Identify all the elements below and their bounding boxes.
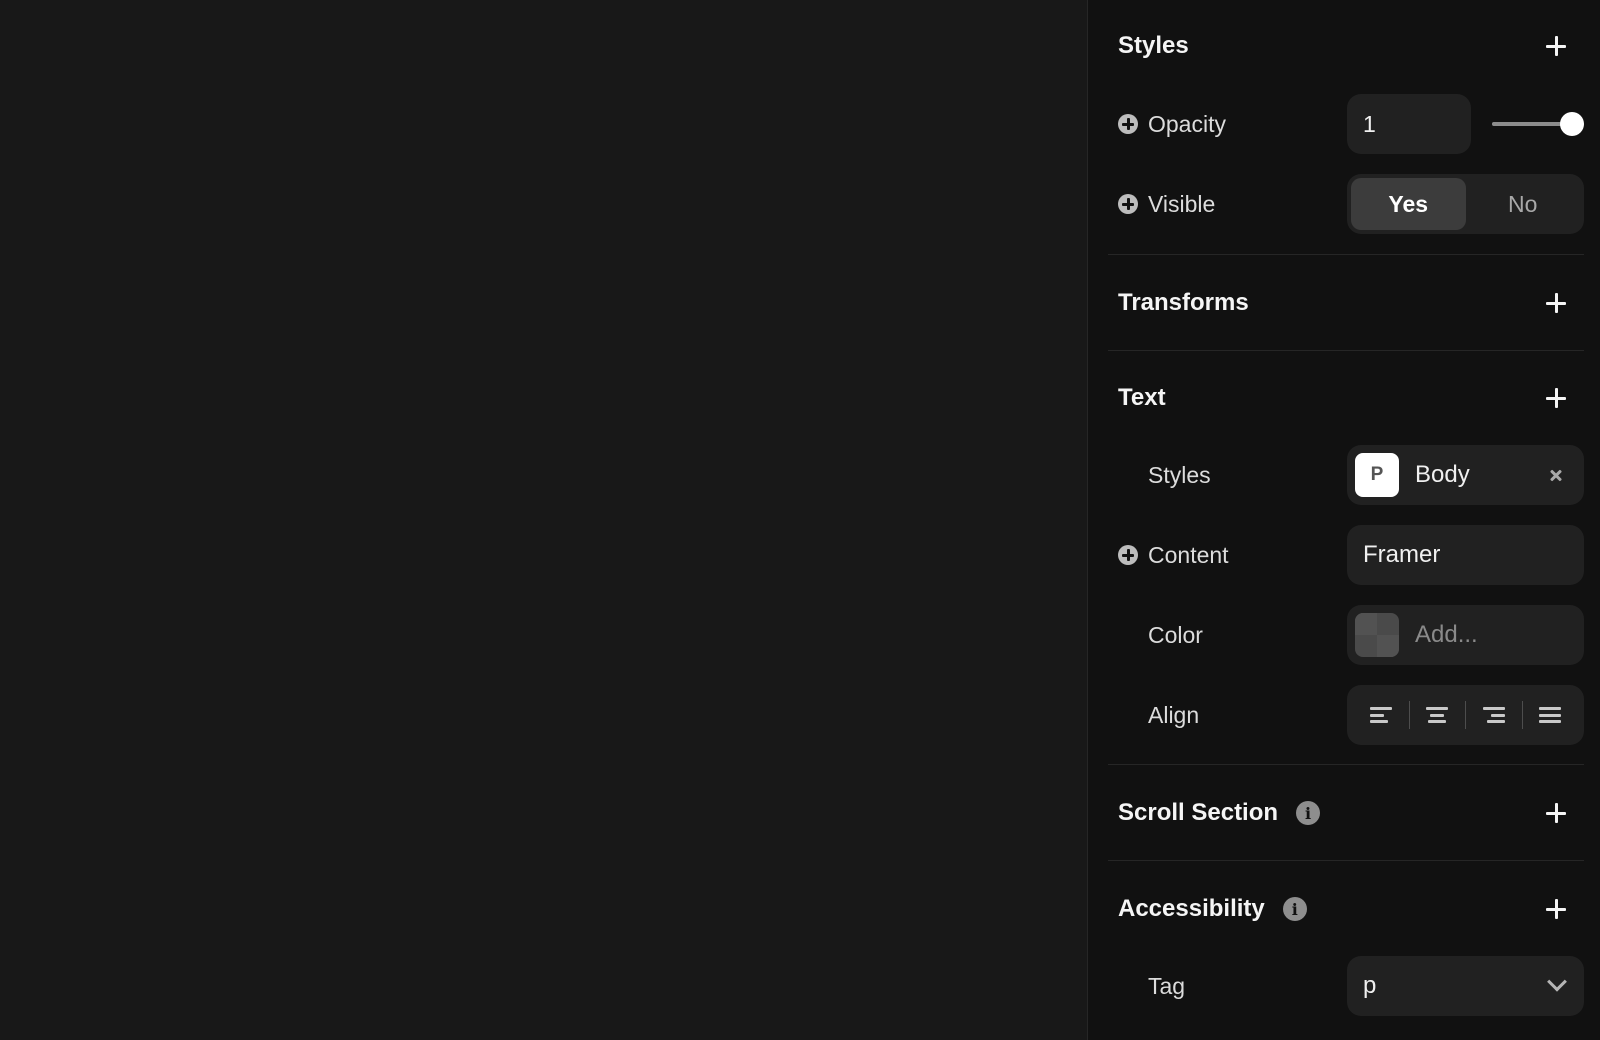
scroll-section-info-icon[interactable]: i — [1296, 801, 1321, 825]
align-row: Align — [1118, 685, 1584, 745]
text-styles-label: Styles — [1148, 461, 1211, 488]
align-segmented-control — [1347, 685, 1584, 745]
add-visible-variable-icon[interactable] — [1118, 194, 1138, 214]
color-swatch[interactable] — [1355, 613, 1399, 657]
scroll-section-header: Scroll Section i — [1118, 795, 1570, 831]
align-justify-button[interactable] — [1523, 685, 1579, 745]
divider — [1108, 350, 1584, 351]
align-justify-icon — [1539, 707, 1562, 723]
accessibility-section-title: Accessibility — [1118, 895, 1265, 922]
styles-section-header: Styles — [1118, 28, 1570, 64]
align-left-icon — [1369, 707, 1392, 723]
visible-toggle: Yes No — [1347, 174, 1584, 234]
content-row: Content Framer — [1118, 525, 1584, 585]
opacity-input[interactable]: 1 — [1347, 94, 1471, 154]
tag-select[interactable]: p — [1347, 956, 1584, 1016]
chevron-down-icon — [1547, 971, 1567, 992]
opacity-slider-track[interactable] — [1492, 112, 1584, 136]
add-transform-plus-icon[interactable] — [1542, 289, 1570, 317]
properties-panel: Styles Opacity 1 Visible Yes No Transfor… — [1087, 0, 1600, 1040]
align-center-button[interactable] — [1410, 685, 1466, 745]
accessibility-section-header: Accessibility i — [1118, 891, 1570, 927]
align-label: Align — [1148, 701, 1200, 728]
align-right-button[interactable] — [1466, 685, 1522, 745]
visible-label: Visible — [1148, 190, 1216, 217]
divider — [1108, 254, 1584, 255]
add-accessibility-plus-icon[interactable] — [1542, 895, 1570, 923]
color-picker[interactable]: Add... — [1347, 605, 1584, 665]
visible-row: Visible Yes No — [1118, 174, 1584, 234]
text-style-value: Body — [1415, 461, 1470, 488]
styles-section-title: Styles — [1118, 32, 1189, 59]
color-placeholder: Add... — [1415, 621, 1478, 648]
design-canvas[interactable] — [0, 0, 1087, 1040]
align-right-icon — [1482, 707, 1505, 723]
color-label: Color — [1148, 621, 1203, 648]
tag-row: Tag p — [1118, 956, 1584, 1016]
accessibility-info-icon[interactable]: i — [1282, 897, 1307, 921]
paragraph-style-chip: P — [1355, 453, 1399, 497]
divider — [1108, 860, 1584, 861]
visible-no-option[interactable]: No — [1466, 178, 1581, 230]
opacity-row: Opacity 1 — [1118, 94, 1584, 154]
text-style-select[interactable]: P Body — [1347, 445, 1584, 505]
add-opacity-variable-icon[interactable] — [1118, 114, 1138, 134]
tag-value: p — [1363, 972, 1377, 999]
color-row: Color Add... — [1118, 605, 1584, 665]
text-section-title: Text — [1118, 384, 1166, 411]
visible-yes-option[interactable]: Yes — [1351, 178, 1466, 230]
opacity-slider[interactable] — [1492, 94, 1584, 154]
text-styles-row: Styles P Body — [1118, 445, 1584, 505]
add-scroll-section-plus-icon[interactable] — [1542, 799, 1570, 827]
clear-style-close-icon[interactable] — [1542, 461, 1570, 489]
content-input[interactable]: Framer — [1347, 525, 1584, 585]
align-left-button[interactable] — [1353, 685, 1409, 745]
divider — [1108, 764, 1584, 765]
text-section-header: Text — [1118, 380, 1570, 416]
content-label: Content — [1148, 541, 1229, 568]
add-content-variable-icon[interactable] — [1118, 545, 1138, 565]
transforms-section-title: Transforms — [1118, 289, 1249, 316]
add-text-property-plus-icon[interactable] — [1542, 384, 1570, 412]
opacity-slider-thumb[interactable] — [1560, 112, 1584, 136]
scroll-section-title: Scroll Section — [1118, 799, 1279, 826]
content-value: Framer — [1363, 541, 1441, 568]
tag-label: Tag — [1148, 972, 1186, 999]
opacity-label: Opacity — [1148, 110, 1226, 137]
transforms-section-header: Transforms — [1118, 285, 1570, 321]
align-center-icon — [1426, 707, 1449, 723]
add-style-plus-icon[interactable] — [1542, 32, 1570, 60]
